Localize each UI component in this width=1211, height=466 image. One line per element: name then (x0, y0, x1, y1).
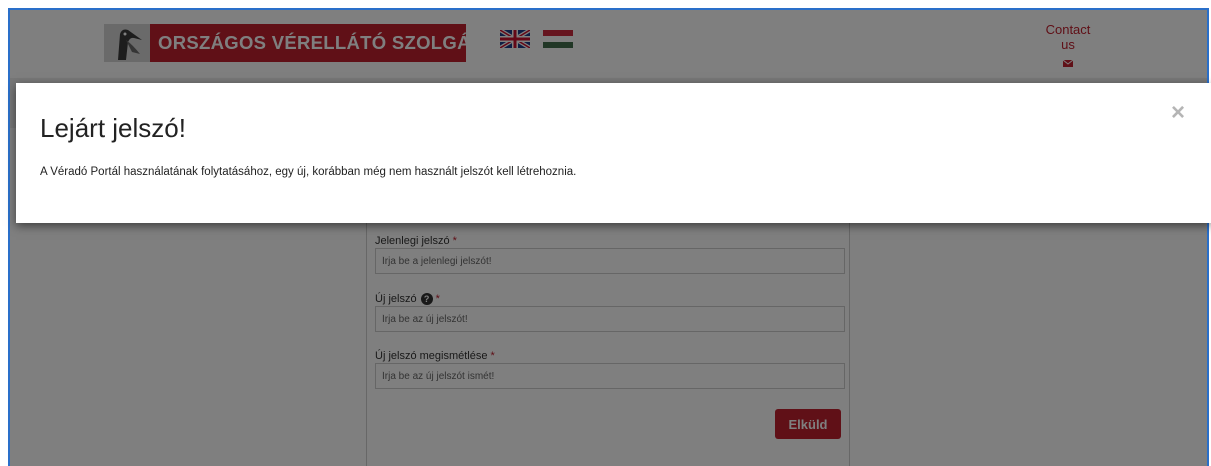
expired-password-dialog: Lejárt jelszó! A Véradó Portál használat… (16, 83, 1211, 223)
modal-backdrop[interactable] (10, 10, 1207, 466)
dialog-message: A Véradó Portál használatának folytatásá… (40, 166, 577, 178)
browser-viewport: ORSZÁGOS VÉRELLÁTÓ SZOLGÁLAT Contact us (8, 8, 1209, 466)
close-icon[interactable]: × (1168, 101, 1188, 125)
dialog-title: Lejárt jelszó! (40, 113, 186, 143)
